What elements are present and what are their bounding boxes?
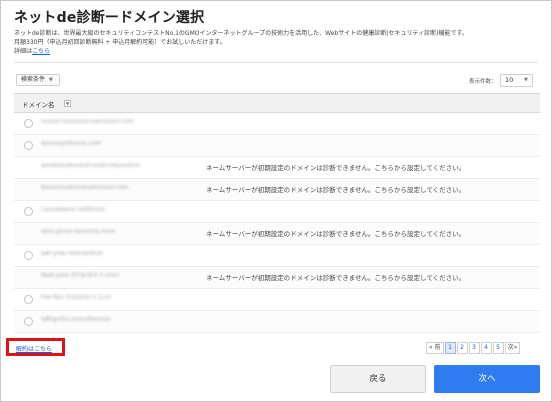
domain-name: fwet-ysrs-37r3r3r3-7.rrrrrr (41, 272, 120, 279)
radio-button[interactable] (24, 251, 33, 260)
domain-name: ssnanuiuenunuirunuirunsunuirun (41, 162, 141, 169)
next-button[interactable]: 次へ (434, 365, 540, 393)
page-title: ネットde診断ードメイン選択 (14, 10, 205, 26)
pager-page-5[interactable]: 5 (492, 342, 504, 354)
table-row[interactable]: wsunaymhunui.com (14, 135, 540, 157)
domain-name: nunuri-nnununs-nanuinuri.com (41, 118, 134, 125)
nameserver-notice[interactable]: ネームサーバーが初期設定のドメインは診断できません。こちらから設定してください。 (206, 272, 465, 282)
table-row[interactable]: Lsnuasseun-ssSSrsun (14, 201, 540, 223)
column-header-domain: ドメイン名 (22, 101, 55, 109)
domain-name: bssunuiuenunsuenunsur.com (41, 184, 129, 191)
pager-page-2[interactable]: 2 (456, 342, 468, 354)
pager-next-button[interactable]: 次» (504, 342, 521, 354)
domain-name: Fwr-fsrr-7r2r2r2r-1-3.rrr (41, 294, 112, 301)
chevron-down-icon: ▼ (524, 77, 528, 83)
search-conditions-label: 検索条件 (21, 76, 46, 83)
table-row[interactable]: swr-yrss-rsrsrssrsrun (14, 245, 540, 267)
table-row[interactable]: Fwr-fsrr-7r2r2r2r-1-3.rrr (14, 289, 540, 311)
radio-button[interactable] (24, 295, 33, 304)
details-prefix: 詳細は (14, 48, 33, 55)
table-row: sers-ysrun-ssrunrss.nrun ネームサーバーが初期設定のドメ… (14, 223, 540, 245)
domain-table: ドメイン名 ▼ nunuri-nnununs-nanuinuri.com wsu… (14, 93, 540, 333)
nameserver-notice[interactable]: ネームサーバーが初期設定のドメインは診断できません。こちらから設定してください。 (206, 184, 465, 194)
description-line-2: 月額330円（申込月初回診断無料 + 申込月解約可能）でお試しいただけます。 (14, 39, 226, 46)
table-row: ssnanuiuenunuirunuirunsunuirun ネームサーバーが初… (14, 157, 540, 179)
table-header: ドメイン名 ▼ (14, 94, 540, 113)
per-page-select[interactable]: 10 ▼ (500, 74, 533, 87)
sort-icon[interactable]: ▼ (64, 100, 71, 107)
radio-button[interactable] (24, 207, 33, 216)
radio-button[interactable] (24, 141, 33, 150)
pager-page-4[interactable]: 4 (480, 342, 492, 354)
pagination: « 前 1 2 3 4 5 次» (426, 342, 521, 354)
details-line: 詳細はこちら (14, 47, 50, 56)
domain-select-dialog: ネットde診断ードメイン選択 ネットde診断は、世界最大級のセキュリティコンテス… (0, 0, 552, 402)
pager-prev-button[interactable]: « 前 (426, 342, 444, 354)
search-conditions-button[interactable]: 検索条件 ▼ (16, 74, 60, 86)
radio-button[interactable] (24, 119, 33, 128)
nameserver-notice[interactable]: ネームサーバーが初期設定のドメインは診断できません。こちらから設定してください。 (206, 228, 465, 238)
per-page-label: 表示件数： (469, 79, 497, 85)
per-page-value: 10 (505, 76, 514, 84)
domain-name: sers-ysrun-ssrunrss.nrun (41, 228, 116, 235)
table-row[interactable]: nunuri-nnununs-nanuinuri.com (14, 113, 540, 135)
chevron-down-icon: ▼ (48, 77, 53, 83)
table-row: bssunuiuenunsuenunsur.com ネームサーバーが初期設定のド… (14, 179, 540, 201)
domain-name: sdfrgrrfrs-srssrsfrsrsrsn (41, 316, 112, 323)
table-row[interactable]: sdfrgrrfrs-srssrsfrsrsrsn (14, 311, 540, 333)
domain-name: Lsnuasseun-ssSSrsun (41, 206, 106, 213)
radio-button[interactable] (24, 317, 33, 326)
header-divider (14, 62, 538, 63)
table-row: fwet-ysrs-37r3r3r3-7.rrrrrr ネームサーバーが初期設定… (14, 267, 540, 289)
details-link[interactable]: こちら (32, 48, 50, 55)
back-button[interactable]: 戻る (330, 365, 426, 393)
domain-name: swr-yrss-rsrsrssrsrun (41, 250, 104, 257)
description-line-1: ネットde診断は、世界最大級のセキュリティコンテストNo.1のGMOインターネッ… (14, 30, 468, 37)
pager-page-1[interactable]: 1 (444, 342, 456, 354)
nameserver-notice[interactable]: ネームサーバーが初期設定のドメインは診断できません。こちらから設定してください。 (206, 162, 465, 172)
highlight-annotation (6, 338, 65, 356)
pager-page-3[interactable]: 3 (468, 342, 480, 354)
domain-name: wsunaymhunui.com (41, 140, 102, 147)
